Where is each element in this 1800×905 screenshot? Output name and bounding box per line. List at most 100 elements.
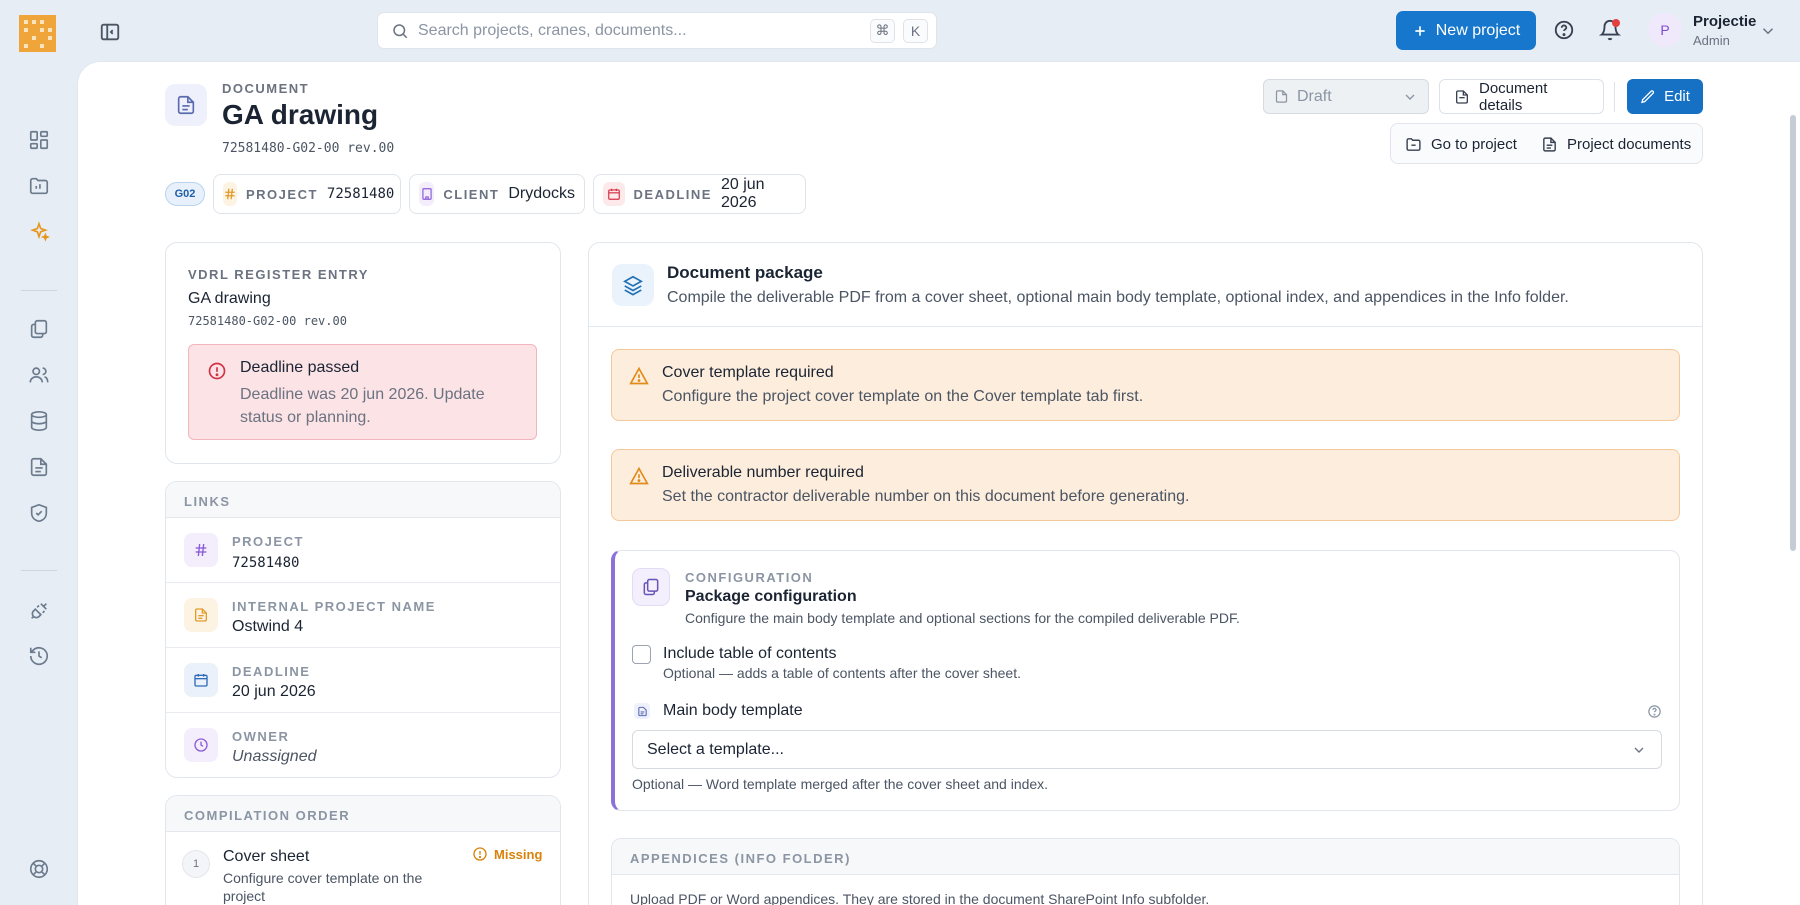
folder-icon [1405,136,1422,153]
link-value[interactable]: 72581480 [232,555,299,571]
history-icon[interactable] [28,645,50,667]
link-value: 20 jun 2026 [232,683,316,700]
users-icon[interactable] [28,364,50,386]
alert-description: Set the contractor deliverable number on… [662,488,1190,505]
edit-label: Edit [1664,88,1690,105]
link-row-internal-project-name: INTERNAL PROJECT NAME Ostwind 4 [166,583,560,648]
document-icon [165,84,207,126]
warning-triangle-icon [629,466,649,486]
link-label: OWNER [232,729,290,744]
main-body-template-label: Main body template [663,702,803,719]
deadline-chip[interactable]: DEADLINE 20 jun 2026 [593,174,806,214]
include-toc-checkbox[interactable] [632,645,651,664]
cover-template-alert: Cover template required Configure the pr… [611,349,1680,421]
global-search[interactable]: Search projects, cranes, documents... ⌘ … [377,12,937,49]
calendar-icon [184,663,218,697]
status-select[interactable]: Draft [1263,79,1429,114]
vdrl-eyebrow: VDRL REGISTER ENTRY [188,267,369,282]
database-icon[interactable] [28,410,50,432]
link-row-project[interactable]: PROJECT 72581480 [166,518,560,583]
links-header-label: LINKS [184,494,231,509]
avatar[interactable]: P [1648,13,1682,47]
alert-circle-icon [207,361,227,381]
link-value: Ostwind 4 [232,618,304,635]
chevron-down-icon[interactable] [1759,22,1777,40]
document-code: 72581480-G02-00 rev.00 [222,141,395,156]
app-logo[interactable] [19,15,56,52]
projects-folder-icon[interactable] [28,175,50,197]
document-details-button[interactable]: Document details [1439,79,1604,114]
dashboard-icon[interactable] [28,129,50,151]
toolbar-divider [1614,82,1615,112]
include-toc-description: Optional — adds a table of contents afte… [663,665,1021,681]
template-hint: Optional — Word template merged after th… [632,776,1049,792]
search-icon [391,22,409,40]
link-row-deadline: DEADLINE 20 jun 2026 [166,648,560,713]
vdrl-title: GA drawing [188,290,271,307]
package-divider [588,326,1703,327]
chevron-down-icon [1631,742,1647,758]
config-title: Package configuration [685,588,857,605]
warning-triangle-icon [629,366,649,386]
document-code-badge: G02 [165,182,205,206]
compilation-header: COMPILATION ORDER [166,796,560,832]
missing-label: Missing [494,846,543,862]
package-description: Compile the deliverable PDF from a cover… [667,289,1569,306]
order-step-number: 1 [182,850,210,878]
search-input[interactable]: Search projects, cranes, documents... [418,22,870,40]
include-toc-label[interactable]: Include table of contents [663,645,836,663]
vdrl-code: 72581480-G02-00 rev.00 [188,314,347,328]
help-icon[interactable] [1647,704,1662,719]
order-step-title: Cover sheet [223,848,310,865]
shortcut-cmd-key: ⌘ [870,18,895,43]
support-icon[interactable] [28,858,50,880]
links-header: LINKS [166,482,560,518]
link-value: Unassigned [232,748,317,765]
user-name[interactable]: Projectie [1693,13,1756,30]
links-card: LINKS PROJECT 72581480 INTERNAL PROJECT … [165,481,561,778]
edit-button[interactable]: Edit [1627,79,1703,114]
hash-icon [223,182,237,206]
link-label: DEADLINE [232,664,311,679]
project-documents-label: Project documents [1567,135,1692,153]
project-chip-value: 72581480 [326,186,395,202]
project-documents-button[interactable]: Project documents [1541,132,1691,156]
project-chip[interactable]: PROJECT 72581480 [213,174,401,214]
link-label: PROJECT [232,534,304,549]
file-text-icon [1541,136,1558,153]
document-details-label: Document details [1479,79,1548,114]
alert-title: Deliverable number required [662,464,864,481]
copy-documents-icon [632,568,670,606]
hash-icon [184,533,218,567]
file-icon [1454,89,1470,105]
missing-badge: Missing [472,846,542,862]
client-chip[interactable]: CLIENT Drydocks [409,174,585,214]
alert-title: Cover template required [662,364,834,381]
user-role: Admin [1693,33,1730,48]
sidebar-toggle-icon[interactable] [99,21,121,43]
new-project-button[interactable]: New project [1396,11,1536,50]
plug-icon[interactable] [28,600,50,622]
help-icon[interactable] [1553,19,1575,41]
appendices-section: APPENDICES (INFO FOLDER) Upload PDF or W… [611,838,1680,905]
compilation-header-label: COMPILATION ORDER [184,808,351,823]
go-to-project-button[interactable]: Go to project [1405,132,1517,156]
scrollbar[interactable] [1790,115,1796,551]
building-icon [419,182,435,206]
document-eyebrow: DOCUMENT [222,81,310,96]
project-chip-label: PROJECT [246,186,318,202]
main-body-template-select[interactable]: Select a template... [632,730,1662,769]
link-row-owner: OWNER Unassigned [166,713,560,778]
file-text-icon[interactable] [28,456,50,478]
package-title: Document package [667,263,823,282]
sparkles-icon[interactable] [28,221,50,243]
config-description: Configure the main body template and opt… [685,610,1240,626]
alert-description: Deadline was 20 jun 2026. Update status … [240,386,485,426]
link-label: INTERNAL PROJECT NAME [232,599,436,614]
new-project-label: New project [1435,21,1521,39]
shield-check-icon[interactable] [28,502,50,524]
shortcut-k-key: K [903,18,928,43]
appendices-header-label: APPENDICES (INFO FOLDER) [630,851,851,866]
file-icon [1274,89,1289,104]
copy-documents-icon[interactable] [28,318,50,340]
